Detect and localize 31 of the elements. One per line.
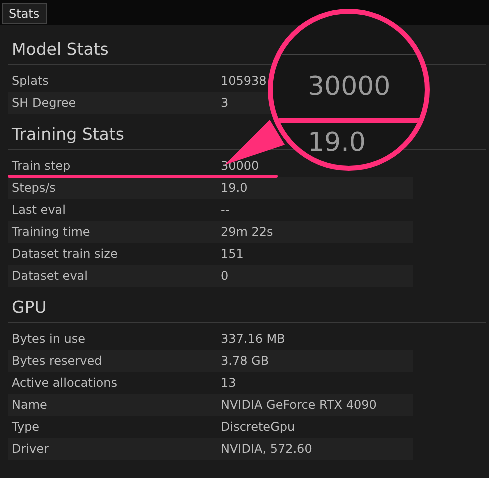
stat-label: Dataset eval — [11, 269, 89, 283]
stat-label: Dataset train size — [11, 247, 119, 261]
stat-label: Bytes in use — [11, 332, 86, 346]
stat-value: 337.16 MB — [221, 332, 286, 346]
stat-value: 3 — [221, 96, 229, 110]
stat-label: Splats — [11, 74, 50, 88]
section-heading: GPU — [8, 291, 486, 323]
stat-value: DiscreteGpu — [221, 420, 296, 434]
stat-value: NVIDIA GeForce RTX 4090 — [221, 398, 377, 412]
stat-value: 0 — [221, 269, 229, 283]
stat-label: Bytes reserved — [11, 354, 104, 368]
stat-value: NVIDIA, 572.60 — [221, 442, 312, 456]
stat-label: Active allocations — [11, 376, 118, 390]
stat-label: SH Degree — [11, 96, 78, 110]
stat-label: Name — [11, 398, 48, 412]
stat-value: 19.0 — [221, 181, 248, 195]
stat-value: 151 — [221, 247, 244, 261]
stat-value: 30000 — [221, 159, 260, 173]
stat-value: 105938 — [221, 74, 267, 88]
stats-tab[interactable]: Stats — [2, 3, 47, 24]
magnified-value: 30000 — [308, 72, 391, 102]
stat-label: Train step — [11, 159, 72, 173]
stat-value: 29m 22s — [221, 225, 274, 239]
stat-label: Steps/s — [11, 181, 57, 195]
stat-value: 13 — [221, 376, 236, 390]
stat-label: Last eval — [11, 203, 67, 217]
stat-label: Type — [11, 420, 41, 434]
stat-value: -- — [221, 203, 230, 217]
stat-label: Training time — [11, 225, 92, 239]
stat-value: 3.78 GB — [221, 354, 270, 368]
stat-label: Driver — [11, 442, 50, 456]
